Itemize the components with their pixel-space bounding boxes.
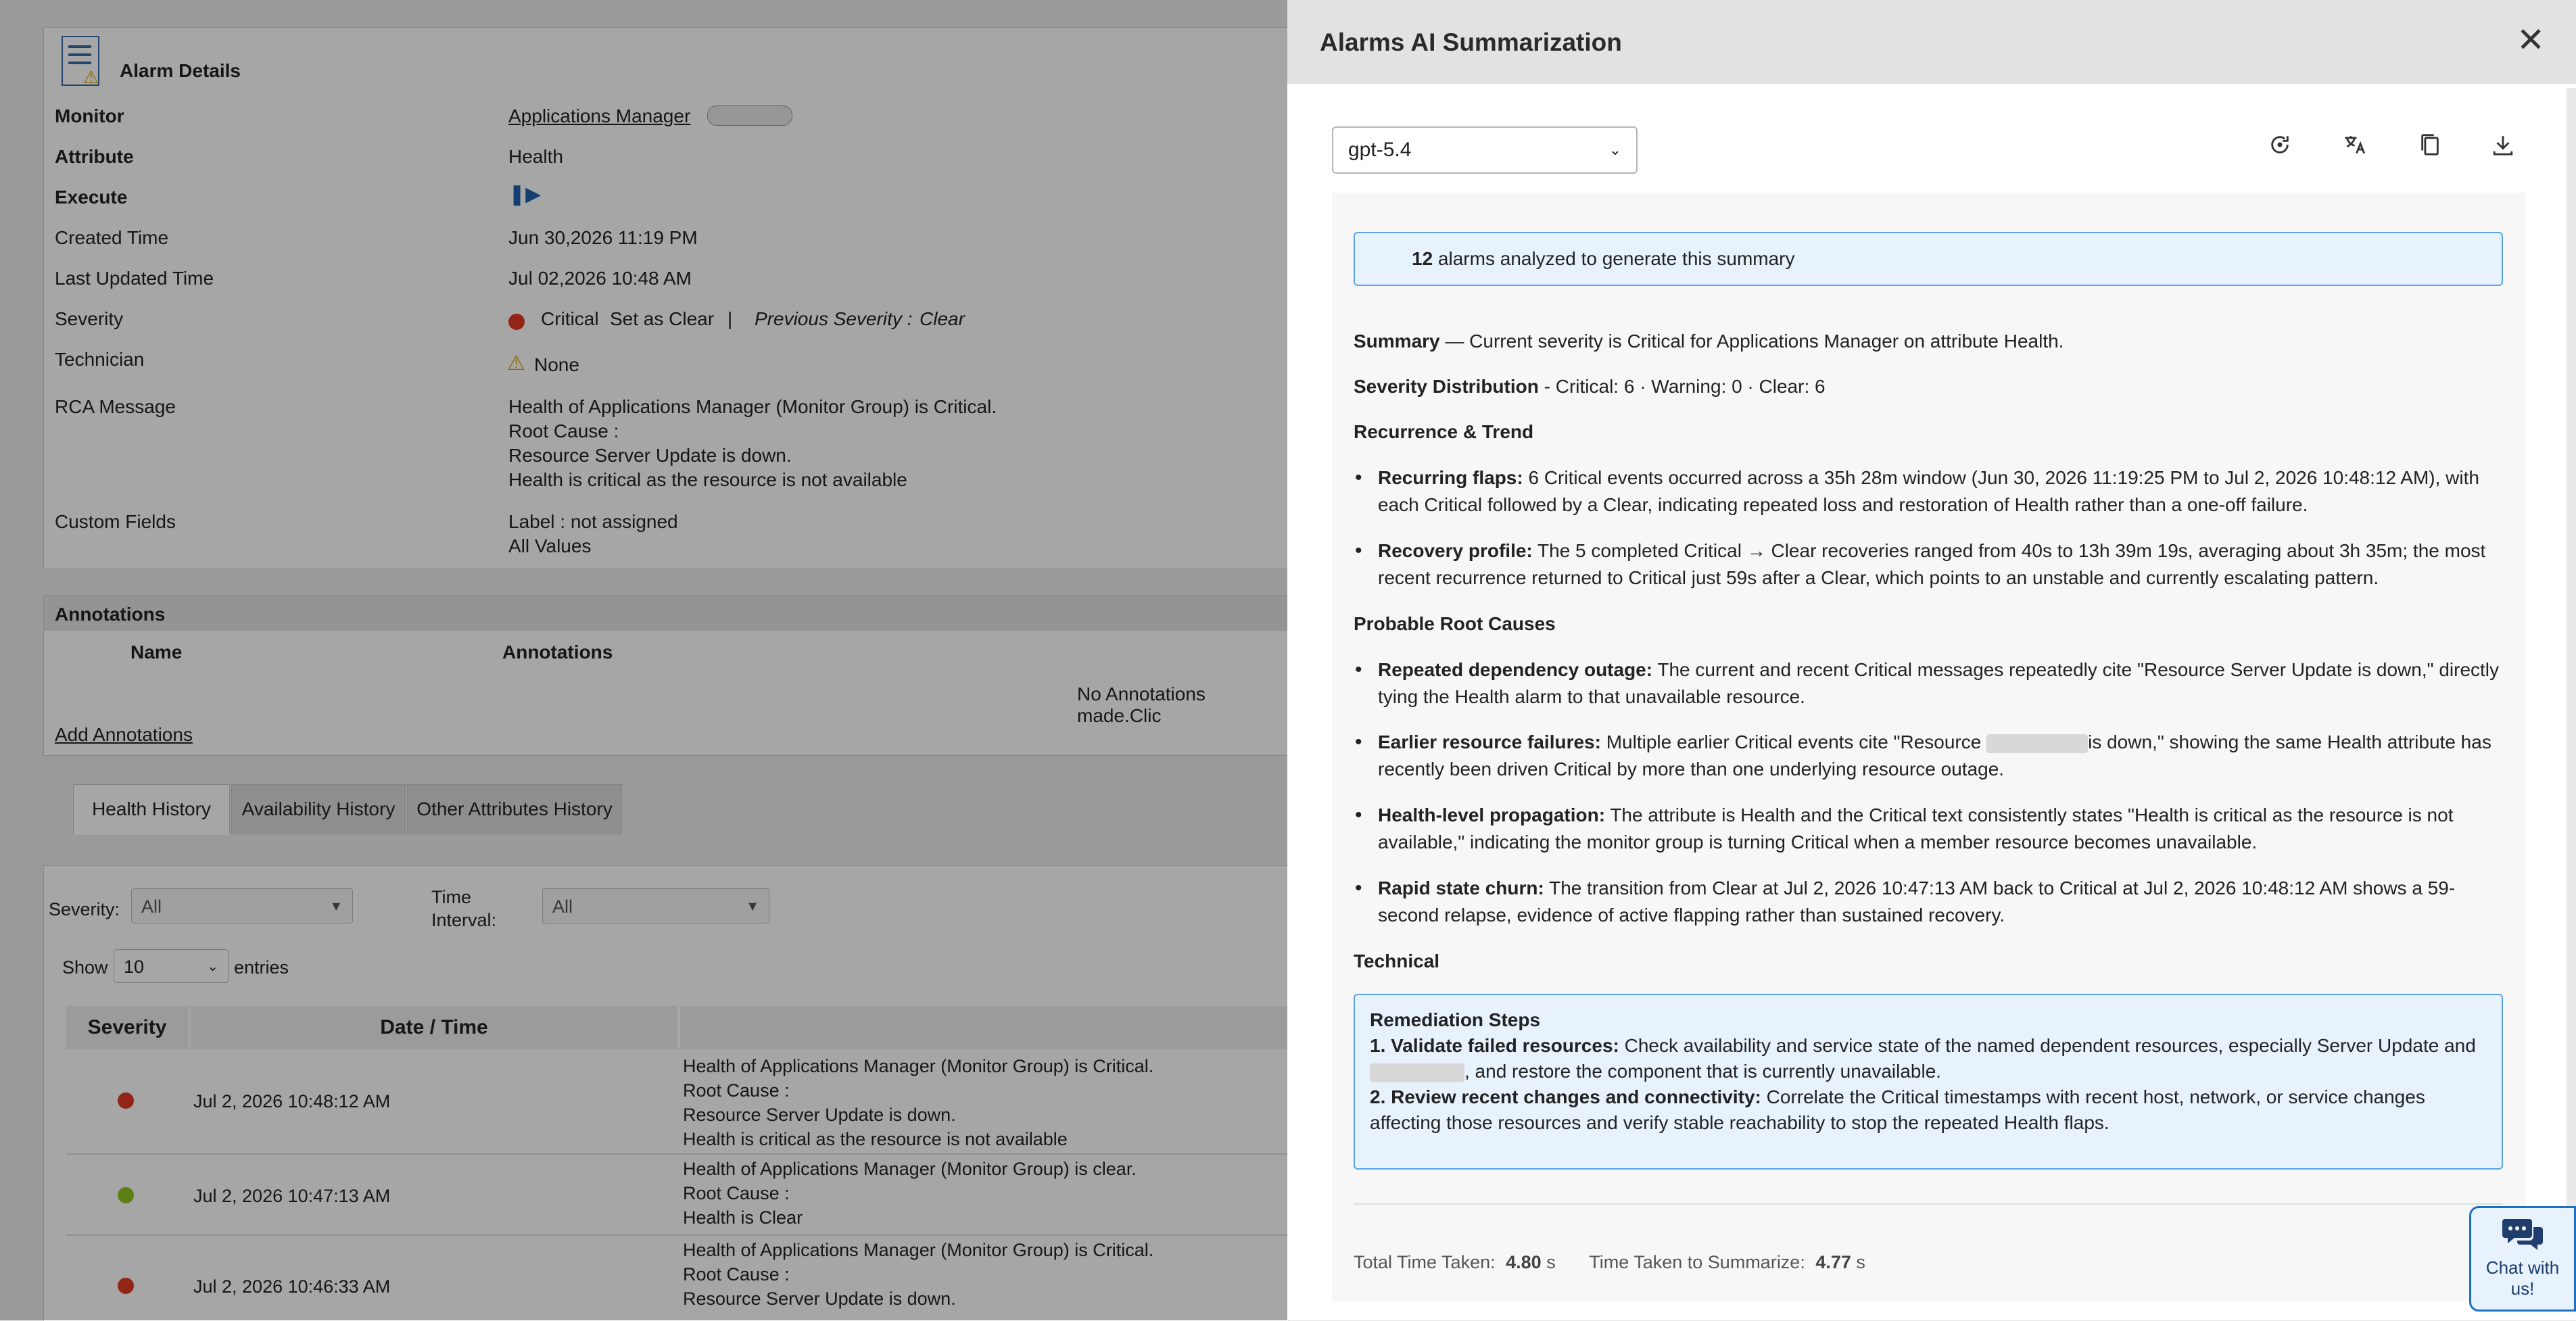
redacted-text [1370, 1063, 1464, 1082]
copy-icon[interactable] [2411, 130, 2449, 168]
list-item: Health-level propagation: The attribute … [1355, 802, 2503, 856]
divider [1354, 1203, 2503, 1205]
refresh-icon[interactable] [2261, 130, 2299, 168]
earlier-label: Earlier resource failures: [1378, 731, 1601, 752]
churn-label: Rapid state churn: [1378, 878, 1544, 898]
summary-line: Summary — Current severity is Critical f… [1354, 328, 2503, 355]
remediation-step-1-text-a: Check availability and service state of … [1619, 1035, 2476, 1056]
download-icon[interactable] [2484, 130, 2522, 168]
severity-distribution-label: Severity Distribution [1354, 376, 1539, 397]
alarms-analyzed-count: 12 [1412, 248, 1433, 269]
timing-footer: Total Time Taken: 4.80 s Time Taken to S… [1354, 1252, 1865, 1273]
summary-label: Summary [1354, 331, 1440, 352]
modal-backdrop[interactable] [0, 0, 1287, 1320]
flaps-text: 6 Critical events occurred across a 35h … [1378, 467, 2479, 515]
list-item: Recurring flaps: 6 Critical events occur… [1355, 464, 2503, 519]
alarms-analyzed-banner: 12 alarms analyzed to generate this summ… [1354, 232, 2503, 286]
recovery-text: The 5 completed Critical → Clear recover… [1378, 540, 2486, 588]
list-item: Repeated dependency outage: The current … [1355, 656, 2503, 711]
summarize-time-label: Time Taken to Summarize: [1589, 1252, 1805, 1272]
list-item: Earlier resource failures: Multiple earl… [1355, 729, 2503, 783]
redacted-text [1986, 734, 2089, 753]
summarize-time-value: 4.77 [1815, 1252, 1851, 1272]
flaps-label: Recurring flaps: [1378, 467, 1523, 488]
panel-title: Alarms AI Summarization [1320, 28, 1622, 56]
propagation-label: Health-level propagation: [1378, 804, 1606, 825]
close-icon[interactable]: ✕ [2517, 23, 2545, 57]
chat-label-line-2: us! [2510, 1278, 2535, 1299]
remediation-step-2: 2. Review recent changes and connectivit… [1370, 1084, 2487, 1136]
summarize-time-unit: s [1851, 1252, 1865, 1272]
severity-distribution-text: - Critical: 6 · Warning: 0 · Clear: 6 [1538, 376, 1826, 397]
earlier-text-a: Multiple earlier Critical events cite "R… [1600, 731, 1987, 752]
scrollbar[interactable] [2567, 88, 2576, 1237]
remediation-title: Remediation Steps [1370, 1009, 1541, 1030]
total-time-value: 4.80 [1506, 1252, 1542, 1272]
remediation-step-2-label: 2. Review recent changes and connectivit… [1370, 1086, 1761, 1107]
total-time-unit: s [1541, 1252, 1556, 1272]
panel-header: Alarms AI Summarization ✕ [1287, 0, 2576, 84]
recovery-label: Recovery profile: [1378, 540, 1533, 561]
remediation-step-1-label: 1. Validate failed resources: [1370, 1035, 1619, 1056]
chevron-down-icon: ⌄ [1608, 141, 1621, 158]
remediation-step-1: 1. Validate failed resources: Check avai… [1370, 1033, 2487, 1084]
total-time-label: Total Time Taken: [1354, 1252, 1496, 1272]
list-item: Recovery profile: The 5 completed Critic… [1355, 537, 2503, 592]
translate-icon[interactable] [2337, 130, 2375, 168]
summary-content: 12 alarms analyzed to generate this summ… [1332, 193, 2526, 1301]
technical-heading: Technical [1354, 951, 1440, 971]
severity-distribution-line: Severity Distribution - Critical: 6 · Wa… [1354, 373, 2503, 400]
chat-label-line-1: Chat with [2485, 1257, 2560, 1278]
ai-summary-panel: Alarms AI Summarization ✕ gpt-5.4 ⌄ 12 a… [1287, 0, 2576, 1320]
list-item: Rapid state churn: The transition from C… [1355, 875, 2503, 929]
recurrence-heading: Recurrence & Trend [1354, 421, 1534, 442]
remediation-box: Remediation Steps 1. Validate failed res… [1354, 994, 2503, 1170]
chat-widget-button[interactable]: Chat with us! [2469, 1206, 2576, 1312]
summary-text: — Current severity is Critical for Appli… [1439, 331, 2064, 352]
model-value: gpt-5.4 [1348, 139, 1412, 161]
model-select[interactable]: gpt-5.4 ⌄ [1332, 126, 1638, 174]
root-causes-heading: Probable Root Causes [1354, 613, 1556, 634]
dependency-label: Repeated dependency outage: [1378, 659, 1653, 680]
alarms-analyzed-text: alarms analyzed to generate this summary [1433, 248, 1795, 269]
chat-bubble-icon [2471, 1216, 2574, 1257]
remediation-step-1-text-b: , and restore the component that is curr… [1464, 1061, 1942, 1082]
